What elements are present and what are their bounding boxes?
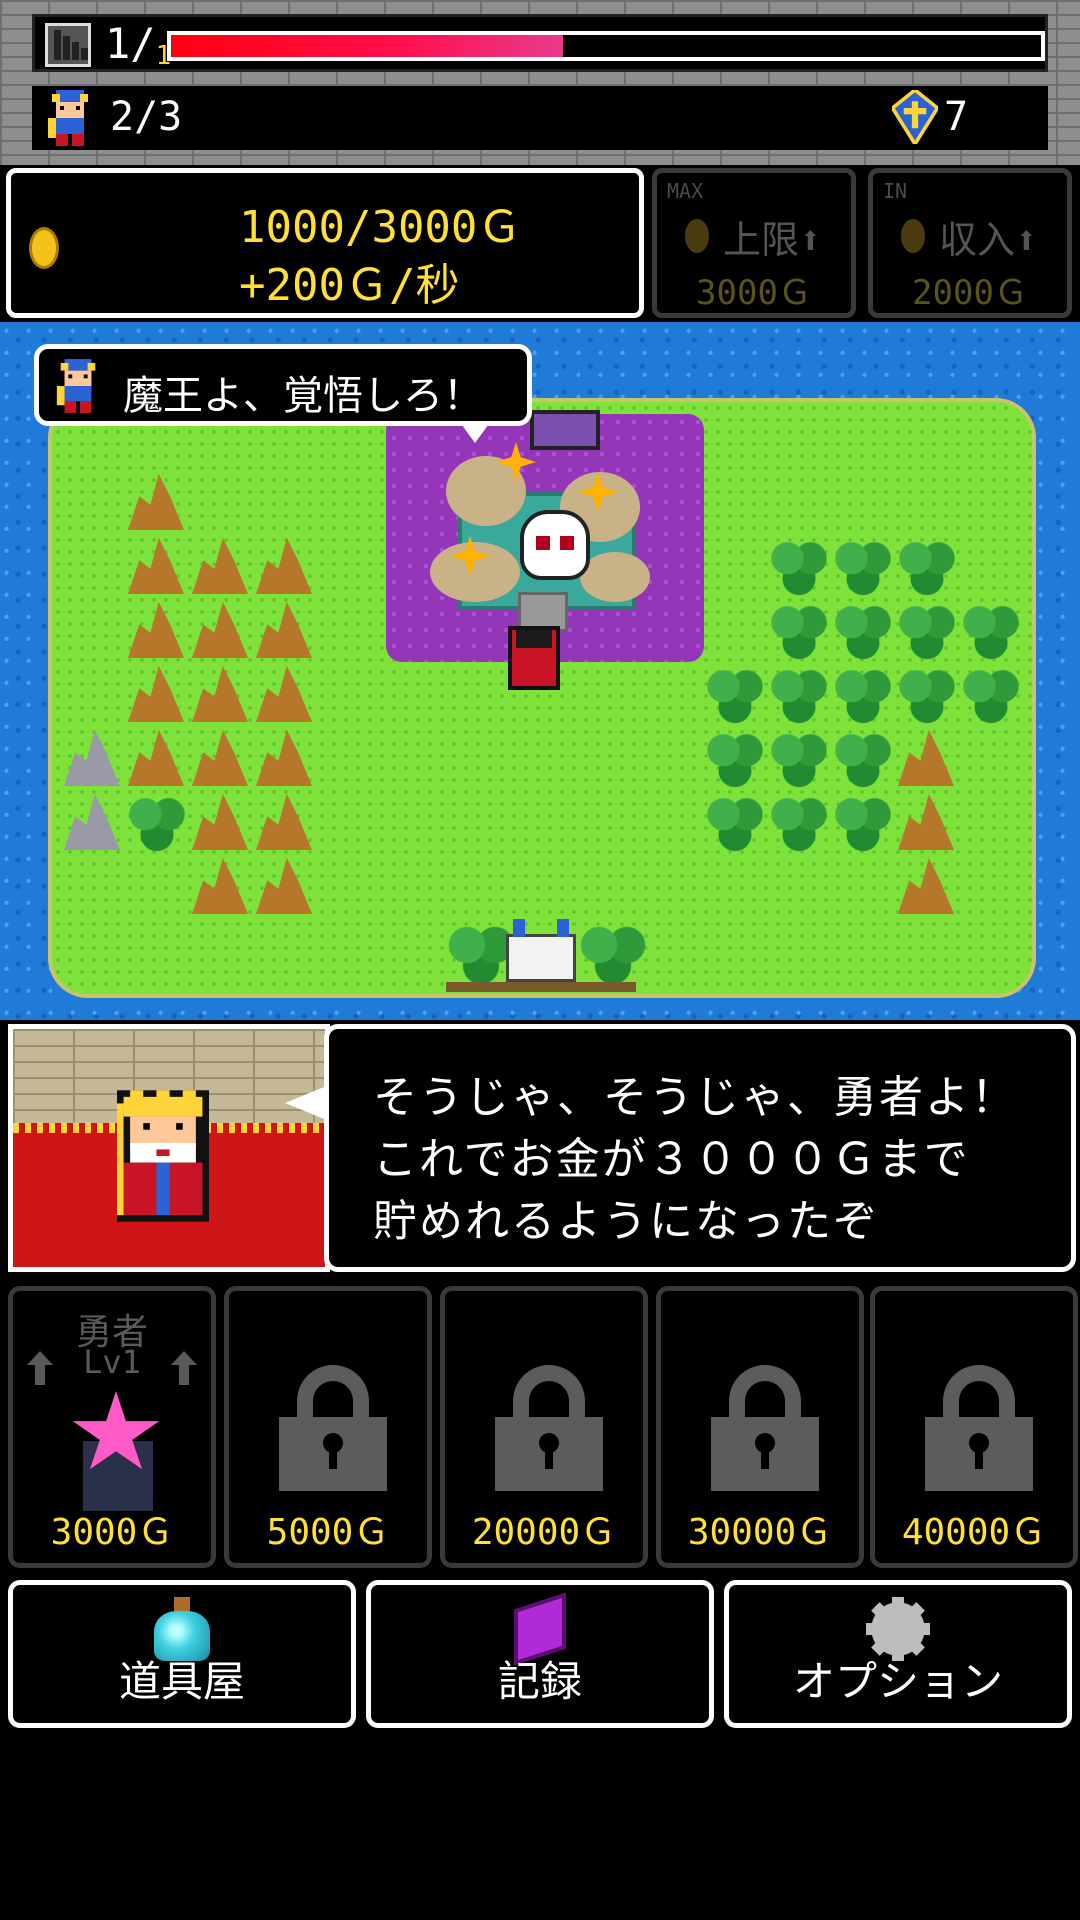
tree bbox=[770, 730, 828, 788]
king-dialog[interactable]: そうじゃ、そうじゃ、勇者よ！ これでお金が３０００Ｇまで 貯めれるようになったぞ bbox=[285, 1024, 1076, 1272]
unit-slot-hero[interactable]: 勇者 Lv1 3000Ｇ bbox=[8, 1286, 216, 1568]
tree bbox=[898, 538, 956, 596]
unit-slot-locked[interactable]: 40000Ｇ bbox=[870, 1286, 1078, 1568]
options-button[interactable]: オプション bbox=[724, 1580, 1072, 1728]
tree bbox=[834, 538, 892, 596]
dialog-line-1: そうじゃ、そうじゃ、勇者よ！ bbox=[373, 1072, 1017, 1123]
upgrade-income-button[interactable]: IN 収入⬆ 2000Ｇ bbox=[868, 168, 1072, 318]
tree bbox=[706, 666, 764, 724]
gem-count: 7 bbox=[944, 94, 969, 140]
home-castle-icon bbox=[506, 919, 576, 982]
hero-sprite bbox=[508, 626, 560, 690]
floor-indicator: 1/1 bbox=[32, 14, 1048, 72]
records-label: 記録 bbox=[497, 1657, 582, 1706]
tree bbox=[770, 666, 828, 724]
upgrade-max-cost: 3000Ｇ bbox=[696, 273, 812, 313]
cross-gem-icon bbox=[892, 90, 938, 144]
dialog-line-2: これでお金が３０００Ｇまで bbox=[373, 1134, 970, 1185]
level-up-arrow-icon bbox=[27, 1351, 53, 1385]
tree bbox=[898, 666, 956, 724]
item-shop-button[interactable]: 道具屋 bbox=[8, 1580, 356, 1728]
coin-icon bbox=[29, 227, 59, 269]
tree bbox=[962, 666, 1020, 724]
hero-icon bbox=[56, 359, 96, 413]
unit-slot-locked[interactable]: 5000Ｇ bbox=[224, 1286, 432, 1568]
upgrade-income-cost: 2000Ｇ bbox=[912, 273, 1028, 313]
dust-cloud bbox=[580, 552, 650, 602]
tree bbox=[834, 730, 892, 788]
tree bbox=[898, 602, 956, 660]
unit-cost: 40000Ｇ bbox=[901, 1512, 1047, 1553]
upgrade-max-button[interactable]: MAX 上限⬆ 3000Ｇ bbox=[652, 168, 856, 318]
boss-hp-fill bbox=[171, 35, 563, 57]
world-map[interactable]: 魔王よ、覚悟しろ！ bbox=[0, 322, 1080, 1020]
coin-icon bbox=[901, 219, 925, 253]
tree bbox=[706, 794, 764, 852]
king-icon bbox=[117, 1090, 209, 1222]
unit-slot-locked[interactable]: 20000Ｇ bbox=[440, 1286, 648, 1568]
unit-cost: 3000Ｇ bbox=[50, 1512, 174, 1553]
skull-boss-icon[interactable] bbox=[520, 510, 590, 580]
tree bbox=[834, 602, 892, 660]
tree bbox=[706, 730, 764, 788]
level-up-arrow-icon bbox=[171, 1351, 197, 1385]
tree bbox=[962, 602, 1020, 660]
demon-lord-sprite bbox=[530, 410, 600, 450]
options-label: オプション bbox=[792, 1657, 1003, 1706]
lock-icon bbox=[925, 1365, 1033, 1491]
home-castle-base bbox=[446, 982, 636, 992]
records-button[interactable]: 記録 bbox=[366, 1580, 714, 1728]
unit-slot-locked[interactable]: 30000Ｇ bbox=[656, 1286, 864, 1568]
floor-counter: 1/1 bbox=[105, 19, 172, 71]
hero-speech-text: 魔王よ、覚悟しろ！ bbox=[123, 373, 483, 419]
top-hud: 1/1 2/3 7 bbox=[0, 0, 1080, 165]
hero-icon bbox=[48, 90, 88, 146]
dialog-line-3: 貯めれるようになったぞ bbox=[373, 1196, 879, 1247]
upgrade-income-tag: IN bbox=[883, 179, 908, 203]
tree bbox=[770, 538, 828, 596]
unit-cost: 5000Ｇ bbox=[266, 1512, 390, 1553]
upgrade-max-label: 上限⬆ bbox=[723, 218, 822, 262]
lock-icon bbox=[279, 1365, 387, 1491]
gold-amount: 1000/3000Ｇ bbox=[239, 202, 522, 253]
hero-speech-bubble: 魔王よ、覚悟しろ！ bbox=[34, 344, 532, 443]
item-shop-label: 道具屋 bbox=[118, 1657, 245, 1706]
upgrade-income-label: 収入⬆ bbox=[939, 218, 1038, 262]
floor-stairs-icon bbox=[45, 23, 91, 67]
tree bbox=[128, 794, 186, 852]
party-status: 2/3 7 bbox=[32, 86, 1048, 150]
dust-cloud bbox=[430, 542, 520, 602]
tree bbox=[578, 924, 648, 984]
lock-icon bbox=[711, 1365, 819, 1491]
tree bbox=[834, 794, 892, 852]
lock-icon bbox=[495, 1365, 603, 1491]
boss-hp-bar bbox=[167, 31, 1045, 61]
unit-cost: 20000Ｇ bbox=[471, 1512, 617, 1553]
unit-cost: 30000Ｇ bbox=[687, 1512, 833, 1553]
coin-icon bbox=[685, 219, 709, 253]
tree bbox=[770, 602, 828, 660]
party-count: 2/3 bbox=[110, 94, 183, 140]
gold-rate: +200Ｇ/秒 bbox=[239, 260, 460, 311]
gold-panel: 1000/3000Ｇ +200Ｇ/秒 bbox=[6, 168, 644, 318]
upgrade-max-tag: MAX bbox=[667, 179, 704, 203]
king-portrait bbox=[8, 1024, 330, 1272]
tree bbox=[834, 666, 892, 724]
tree bbox=[770, 794, 828, 852]
